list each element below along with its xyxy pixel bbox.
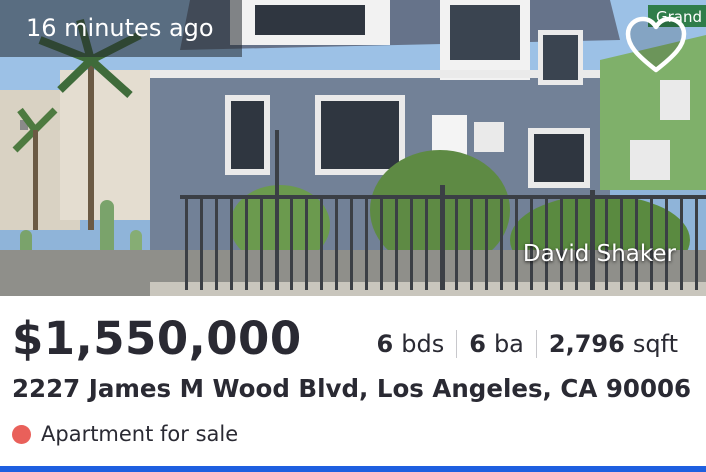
sqft-unit: sqft	[632, 330, 678, 358]
beds-value: 6	[376, 330, 394, 358]
listed-time-badge: 16 minutes ago	[0, 0, 242, 57]
beds-unit: bds	[401, 330, 445, 358]
sqft-value: 2,796	[548, 330, 625, 358]
baths-value: 6	[469, 330, 486, 358]
photo-credit: David Shaker	[522, 241, 676, 267]
card-accent-bar	[0, 466, 706, 472]
favorite-button[interactable]	[624, 16, 688, 76]
status-dot-icon	[12, 424, 31, 444]
fact-divider	[535, 330, 537, 358]
home-facts: 6 bds 6 ba 2,796 sqft	[377, 330, 678, 358]
fact-divider	[456, 330, 458, 358]
status-label: Apartment for sale	[41, 422, 239, 446]
listing-address[interactable]: 2227 James M Wood Blvd, Los Angeles, CA …	[12, 374, 691, 403]
beds-fact: 6 bds	[377, 330, 445, 358]
listing-status: Apartment for sale	[12, 422, 238, 446]
listing-photo[interactable]: Grand 16 minutes ago David Shaker	[0, 0, 706, 296]
listing-card[interactable]: Grand 16 minutes ago David Shaker $1,550…	[0, 0, 706, 472]
sqft-fact: 2,796 sqft	[549, 330, 678, 358]
baths-unit: ba	[493, 330, 524, 358]
listing-price: $1,550,000	[12, 312, 302, 365]
baths-fact: 6 ba	[469, 330, 524, 358]
heart-outline-icon	[625, 16, 687, 73]
